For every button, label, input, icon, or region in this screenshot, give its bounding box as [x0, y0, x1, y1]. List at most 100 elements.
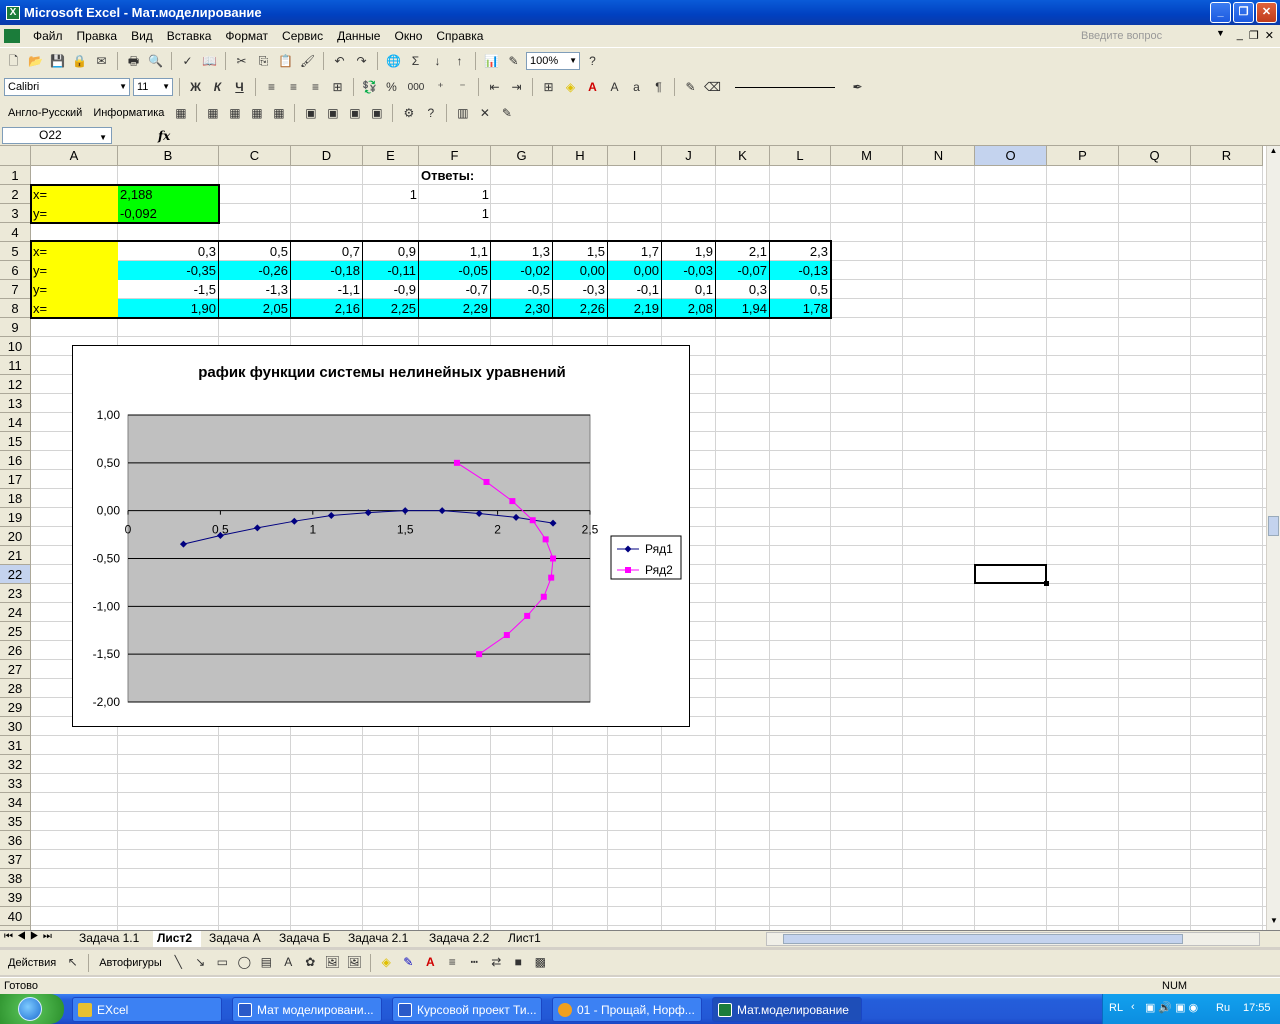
font-size-select[interactable]: 11 ▼ [133, 78, 173, 96]
row-header-24[interactable]: 24 [0, 603, 31, 622]
save-icon[interactable]: 💾 [48, 52, 67, 71]
col-header-E[interactable]: E [363, 146, 419, 166]
cell-F2[interactable]: 1 [419, 185, 491, 204]
percent-button[interactable]: % [382, 78, 401, 97]
font-select[interactable]: Calibri ▼ [4, 78, 130, 96]
row-header-23[interactable]: 23 [0, 584, 31, 603]
draw-line-color-icon[interactable]: ✎ [399, 953, 418, 972]
email-icon[interactable]: ✉ [92, 52, 111, 71]
col-header-N[interactable]: N [903, 146, 975, 166]
row-header-19[interactable]: 19 [0, 508, 31, 527]
row-header-33[interactable]: 33 [0, 774, 31, 793]
col-header-J[interactable]: J [662, 146, 716, 166]
close-button[interactable]: ✕ [1256, 2, 1277, 23]
col-header-B[interactable]: B [118, 146, 219, 166]
help-icon[interactable]: ? [583, 52, 602, 71]
row-header-8[interactable]: 8 [0, 299, 31, 318]
3d-icon[interactable]: ▩ [531, 953, 550, 972]
actions-menu[interactable]: Действия [4, 957, 60, 969]
col-header-L[interactable]: L [770, 146, 831, 166]
align-left-icon[interactable]: ≡ [262, 78, 281, 97]
select-objects-icon[interactable]: ↖ [63, 953, 82, 972]
hscroll-thumb[interactable] [783, 934, 1183, 944]
oval-icon[interactable]: ◯ [235, 953, 254, 972]
col-header-O[interactable]: O [975, 146, 1047, 166]
name-box[interactable]: O22 ▼ [2, 127, 112, 144]
insert-function-icon[interactable]: fx [158, 129, 170, 143]
row-header-26[interactable]: 26 [0, 641, 31, 660]
menu-tools[interactable]: Сервис [275, 29, 330, 43]
thousands-button[interactable]: 000 [404, 78, 428, 97]
macro-icon-4[interactable]: ▦ [247, 104, 266, 123]
menu-insert[interactable]: Вставка [160, 29, 219, 43]
embedded-chart[interactable]: рафик функции системы нелинейных уравнен… [72, 345, 690, 727]
col-header-P[interactable]: P [1047, 146, 1119, 166]
informatics-dropdown[interactable]: Информатика [89, 107, 168, 119]
col-header-D[interactable]: D [291, 146, 363, 166]
row-header-32[interactable]: 32 [0, 755, 31, 774]
col-header-I[interactable]: I [608, 146, 662, 166]
row-header-16[interactable]: 16 [0, 451, 31, 470]
help-search-input[interactable]: Введите вопрос [1078, 28, 1226, 45]
row-header-37[interactable]: 37 [0, 850, 31, 869]
zoom-select[interactable]: 100% ▼ [526, 52, 580, 70]
paste-icon[interactable]: 📋 [276, 52, 295, 71]
task-excel[interactable]: EXcel [72, 997, 222, 1022]
row-header-36[interactable]: 36 [0, 831, 31, 850]
menu-view[interactable]: Вид [124, 29, 160, 43]
row-header-20[interactable]: 20 [0, 527, 31, 546]
doc-restore-icon[interactable]: ❐ [1249, 29, 1259, 42]
autoshapes-menu[interactable]: Автофигуры [95, 957, 166, 969]
scroll-down-icon[interactable]: ▼ [1267, 916, 1280, 930]
cell-E2[interactable]: 1 [363, 185, 419, 204]
macro-icon-10[interactable]: ⚙ [399, 104, 418, 123]
lang-indicator[interactable]: RL [1109, 1002, 1123, 1014]
currency-icon[interactable]: 💱 [360, 78, 379, 97]
research-icon[interactable]: 📖 [200, 52, 219, 71]
row-header-39[interactable]: 39 [0, 888, 31, 907]
line-icon[interactable]: ╲ [169, 953, 188, 972]
col-header-C[interactable]: C [219, 146, 291, 166]
sheet-tab-7[interactable]: Лист1 [504, 931, 548, 947]
row-header-11[interactable]: 11 [0, 356, 31, 375]
chart-wizard-icon[interactable]: 📊 [482, 52, 501, 71]
row-header-28[interactable]: 28 [0, 679, 31, 698]
row-header-30[interactable]: 30 [0, 717, 31, 736]
menu-file[interactable]: Файл [26, 29, 70, 43]
align-right-icon[interactable]: ≡ [306, 78, 325, 97]
new-icon[interactable]: 🗋 [4, 52, 23, 71]
row-header-18[interactable]: 18 [0, 489, 31, 508]
sheet-tab-6[interactable]: Задача 2.2 [425, 931, 501, 947]
start-button[interactable] [0, 994, 64, 1024]
macro-icon-5[interactable]: ▦ [269, 104, 288, 123]
undo-icon[interactable]: ↶ [330, 52, 349, 71]
task-word-course[interactable]: Курсовой проект Ти... [392, 997, 542, 1022]
macro-icon-2[interactable]: ▦ [203, 104, 222, 123]
tray-expand-icon[interactable]: ‹ [1131, 1001, 1135, 1013]
row-header-4[interactable]: 4 [0, 223, 31, 242]
menu-window[interactable]: Окно [387, 29, 429, 43]
clipart-icon[interactable]: 🖼 [323, 953, 342, 972]
macro-icon-9[interactable]: ▣ [367, 104, 386, 123]
italic-button[interactable]: К [208, 78, 227, 97]
menu-data[interactable]: Данные [330, 29, 387, 43]
row-header-6[interactable]: 6 [0, 261, 31, 280]
task-excel-active[interactable]: Мат.моделирование [712, 997, 862, 1022]
col-header-A[interactable]: A [31, 146, 118, 166]
macro-icon-6[interactable]: ▣ [301, 104, 320, 123]
doc-close-icon[interactable]: ✕ [1265, 29, 1274, 42]
task-player[interactable]: 01 - Прощай, Норф... [552, 997, 702, 1022]
row-header-40[interactable]: 40 [0, 907, 31, 926]
macro-icon-8[interactable]: ▣ [345, 104, 364, 123]
merge-center-icon[interactable]: ⊞ [328, 78, 347, 97]
hyperlink-icon[interactable]: 🌐 [384, 52, 403, 71]
sheet-tab-1[interactable]: Задача 1.1 [75, 931, 153, 947]
macro-icon-13[interactable]: ✕ [475, 104, 494, 123]
col-header-F[interactable]: F [419, 146, 491, 166]
row-header-7[interactable]: 7 [0, 280, 31, 299]
sort-desc-icon[interactable]: ↑ [450, 52, 469, 71]
sort-asc-icon[interactable]: ↓ [428, 52, 447, 71]
select-all-corner[interactable] [0, 146, 31, 166]
row-header-38[interactable]: 38 [0, 869, 31, 888]
borders-icon[interactable]: ⊞ [539, 78, 558, 97]
